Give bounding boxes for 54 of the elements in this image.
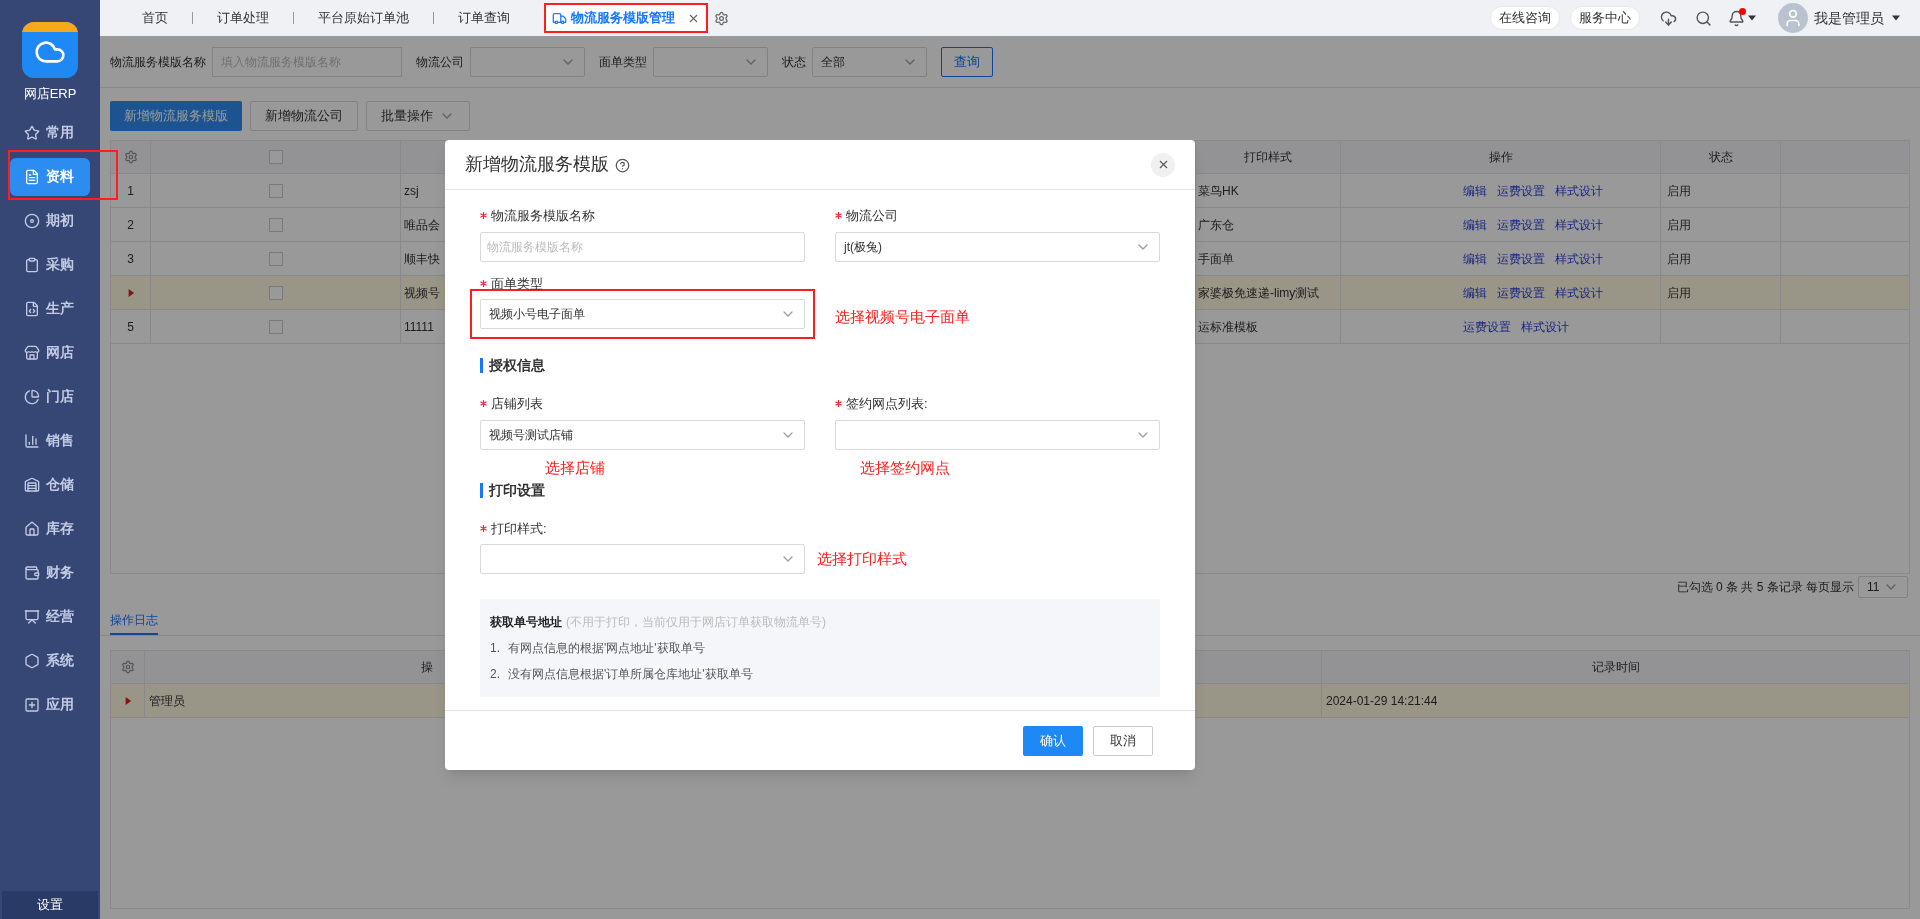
info-text: 有网点信息的根据'网点地址'获取单号: [508, 640, 705, 657]
field-label: 打印样式:: [491, 519, 547, 538]
table-cell-text: 启用: [1667, 284, 1691, 302]
select-value: 全部: [821, 53, 845, 71]
select-value: 视频小号电子面单: [489, 306, 585, 323]
info-title: 获取单号地址: [490, 614, 562, 631]
field-label: 签约网点列表:: [846, 395, 928, 413]
table-cell-text: 管理员: [149, 692, 185, 710]
table-cell-text: 启用: [1667, 182, 1691, 200]
table-cell-text: 广东仓: [1198, 216, 1234, 234]
table-cell-text: 唯品会: [404, 216, 440, 234]
section-title: 打印设置: [489, 480, 545, 500]
app-name: 网店ERP: [23, 85, 77, 103]
table-cell-text: 11111: [404, 318, 434, 336]
table-cell-text: 菜鸟HK: [1198, 182, 1239, 200]
table-cell-text: 2024-01-29 14:21:44: [1326, 692, 1438, 710]
column-header: 操: [421, 659, 433, 676]
dialog-title: 新增物流服务模版: [465, 153, 609, 176]
table-cell-text: 启用: [1667, 250, 1691, 268]
row-number: 3: [127, 250, 134, 268]
annotation-note: 选择签约网点: [860, 458, 950, 476]
column-header: 记录时间: [1591, 659, 1640, 676]
table-cell-text: 运标准模板: [1198, 318, 1258, 336]
pagination-summary: 已勾选 0 条 共 5 条记录 每页显示: [1676, 579, 1854, 596]
select-value: jt(极兔): [844, 238, 882, 256]
field-label: 店铺列表: [491, 395, 543, 413]
list-number: 1.: [490, 640, 500, 657]
table-cell-text: 启用: [1667, 216, 1691, 234]
row-number: 2: [127, 216, 134, 234]
table-cell-text: 手面单: [1198, 250, 1234, 268]
filter-label: 物流公司: [416, 53, 464, 71]
table-cell-text: 家婆极免速递-limy测试: [1198, 284, 1320, 302]
column-header: 操作: [1488, 149, 1513, 166]
select-value: 视频号测试店铺: [489, 426, 573, 444]
info-text: 没有网点信息根据'订单所属仓库地址'获取单号: [508, 666, 753, 683]
filter-label: 物流服务模版名称: [110, 53, 206, 71]
filter-label: 面单类型: [599, 53, 647, 71]
list-number: 2.: [490, 666, 500, 683]
filter-label: 状态: [782, 53, 806, 71]
select-value: 11: [1867, 579, 1880, 596]
field-label: 物流公司: [846, 207, 898, 225]
table-cell-text: 视频号: [404, 284, 440, 302]
row-number: 1: [127, 182, 134, 200]
annotation-note: 选择打印样式: [817, 548, 907, 569]
column-header: 状态: [1708, 149, 1733, 166]
field-label: 面单类型: [491, 274, 543, 293]
annotation-note: 选择视频号电子面单: [835, 306, 970, 327]
row-number: 5: [127, 318, 134, 336]
table-cell-text: zsj: [404, 182, 419, 200]
table-cell-text: 顺丰快: [404, 250, 440, 268]
annotation-note: 选择店铺: [545, 458, 605, 476]
section-title: 授权信息: [489, 356, 545, 375]
column-header: 打印样式: [1244, 149, 1292, 166]
field-label: 物流服务模版名称: [491, 207, 595, 225]
